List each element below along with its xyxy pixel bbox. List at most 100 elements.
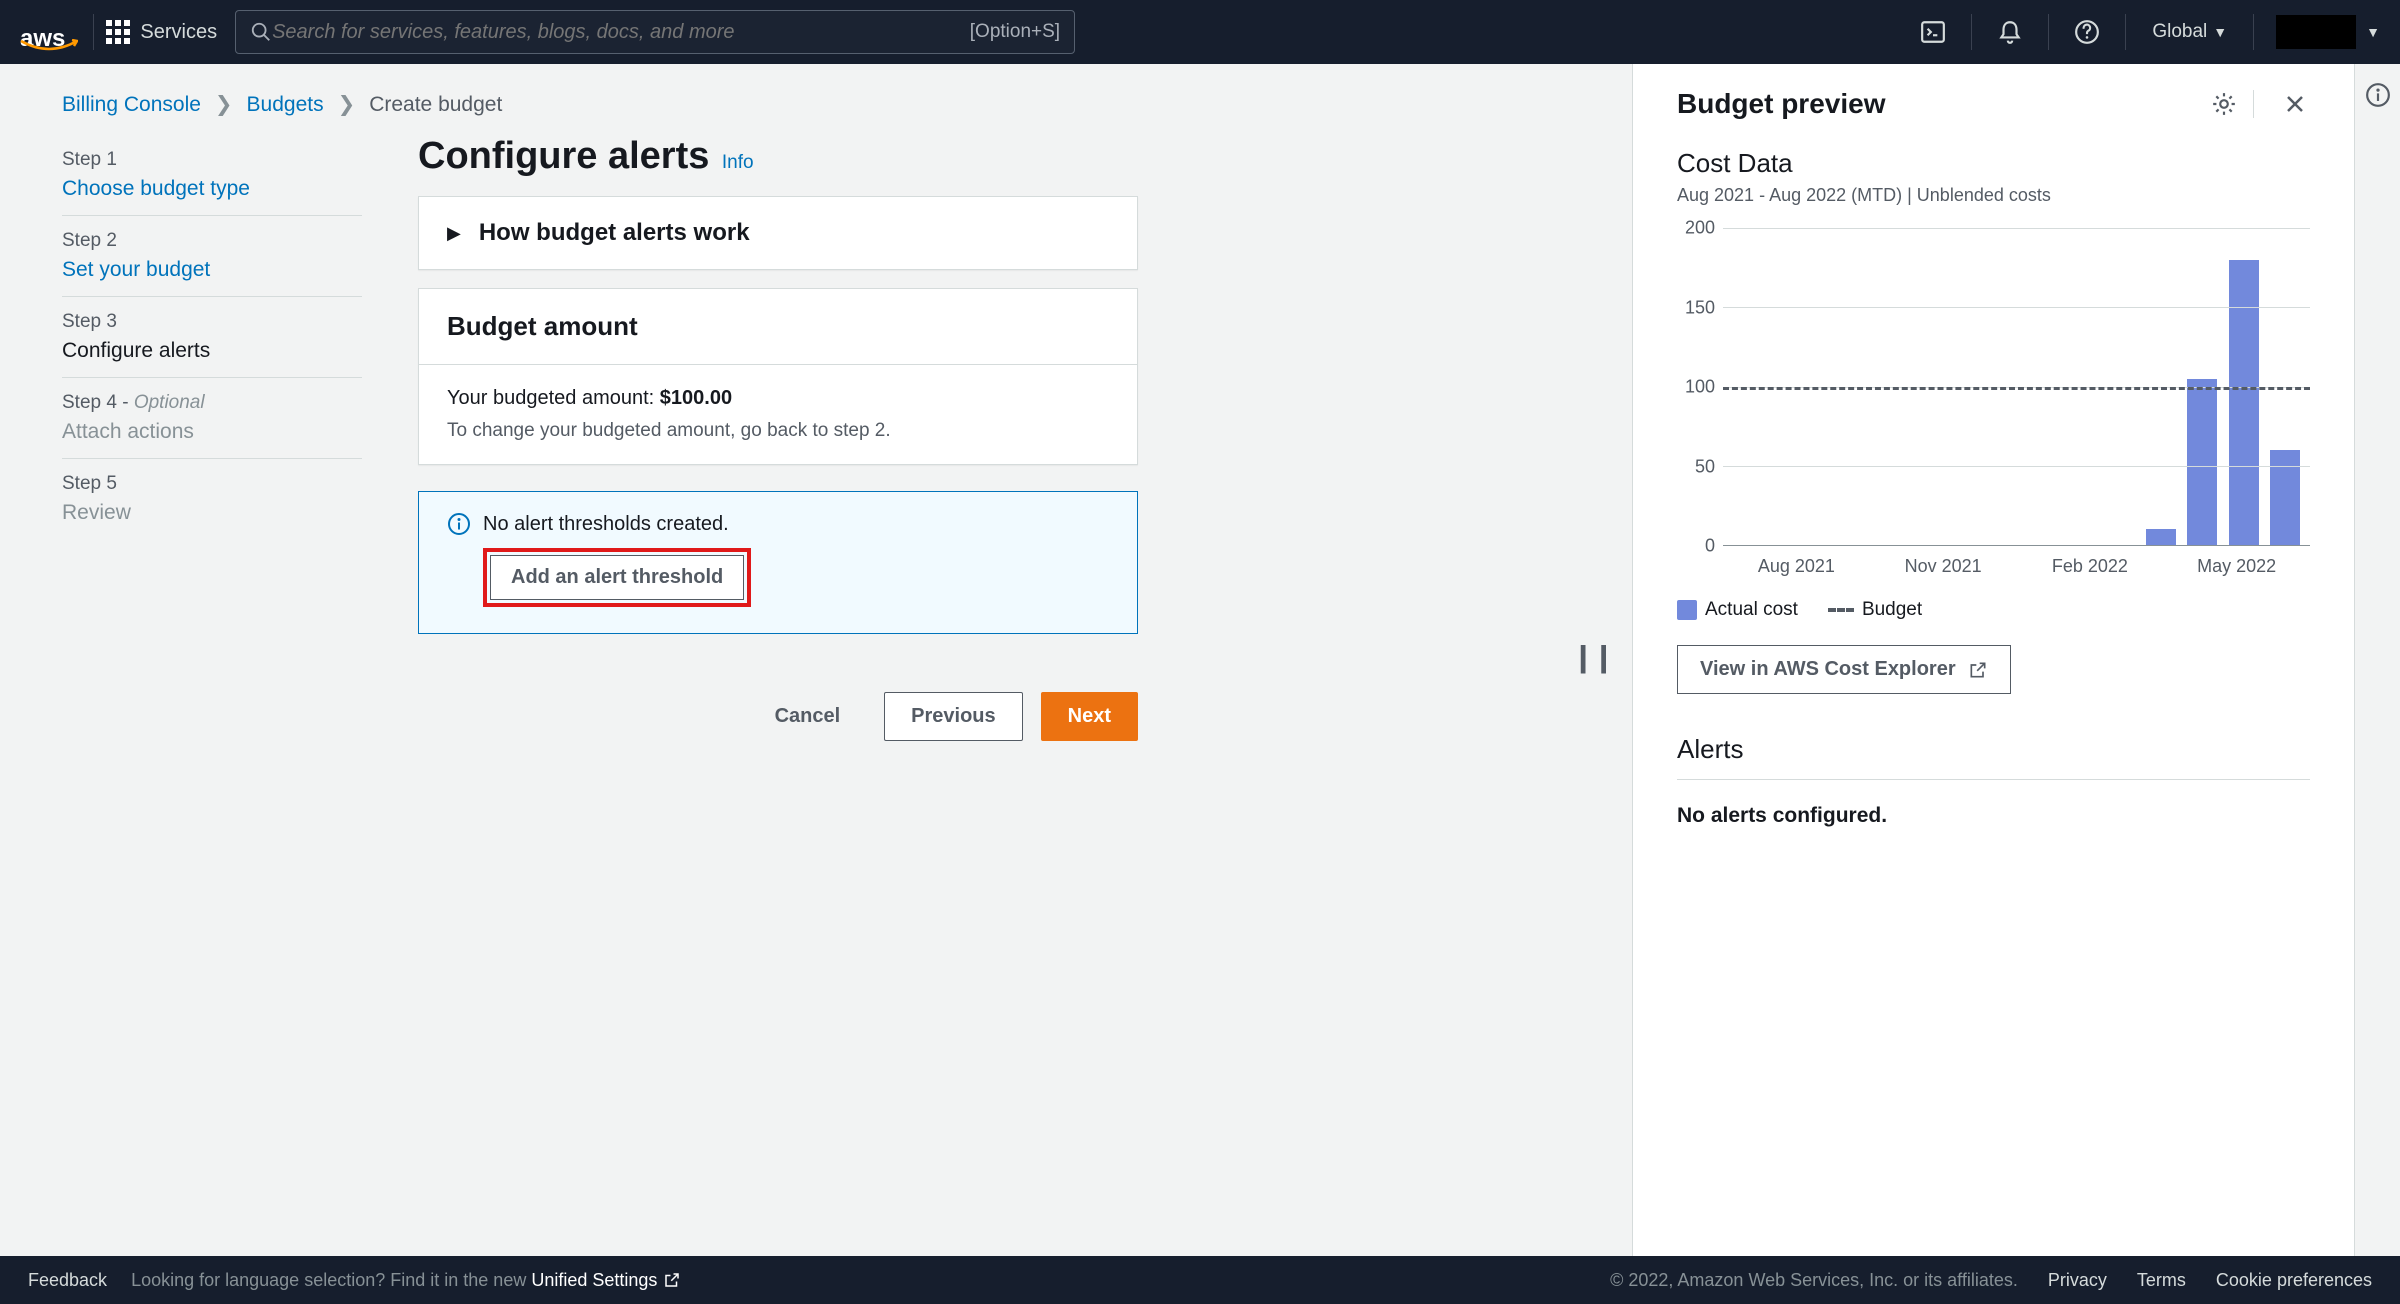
budget-threshold-line xyxy=(1723,387,2310,390)
step-5: Step 5 Review xyxy=(62,459,362,539)
step-number: Step 5 xyxy=(62,473,362,495)
how-alerts-panel: ▶ How budget alerts work xyxy=(418,196,1138,270)
budget-amount-panel: Budget amount Your budgeted amount: $100… xyxy=(418,288,1138,465)
nav-divider xyxy=(93,14,94,50)
external-link-icon xyxy=(1968,660,1988,680)
y-tick-label: 100 xyxy=(1685,377,1715,398)
top-nav: aws Services [Option+S] Global ▼ xyxy=(0,0,2400,64)
nav-search[interactable]: [Option+S] xyxy=(235,10,1075,54)
step-label: Review xyxy=(62,501,362,525)
cloudshell-icon[interactable] xyxy=(1907,11,1959,53)
region-label: Global xyxy=(2152,21,2207,43)
footer: Feedback Looking for language selection?… xyxy=(0,1256,2400,1304)
add-alert-threshold-button[interactable]: Add an alert threshold xyxy=(490,555,744,600)
previous-button[interactable]: Previous xyxy=(884,692,1022,741)
step-number: Step 4 - Optional xyxy=(62,392,362,414)
cost-data-sub: Aug 2021 - Aug 2022 (MTD) | Unblended co… xyxy=(1677,185,2310,206)
y-tick-label: 150 xyxy=(1685,297,1715,318)
cost-chart: 050100150200 xyxy=(1677,228,2310,546)
alert-threshold-panel: No alert thresholds created. Add an aler… xyxy=(418,491,1138,634)
y-tick-label: 50 xyxy=(1695,456,1715,477)
chart-bar xyxy=(2146,529,2176,545)
collapse-handle[interactable]: ▎▎ xyxy=(1581,646,1622,675)
no-alerts-text: No alerts configured. xyxy=(1677,804,2310,828)
legend-swatch-actual xyxy=(1677,600,1697,620)
nav-divider xyxy=(1971,14,1972,50)
external-link-icon xyxy=(663,1271,681,1289)
search-icon xyxy=(250,21,272,43)
services-label: Services xyxy=(140,21,217,44)
y-tick-label: 0 xyxy=(1705,536,1715,557)
feedback-link[interactable]: Feedback xyxy=(28,1270,107,1291)
alerts-section-title: Alerts xyxy=(1677,734,2310,780)
settings-icon[interactable] xyxy=(2209,89,2239,119)
crumb-billing-console[interactable]: Billing Console xyxy=(62,93,201,117)
triangle-right-icon: ▶ xyxy=(447,223,461,244)
right-rail xyxy=(2354,64,2400,1256)
step-label[interactable]: Choose budget type xyxy=(62,177,362,201)
chart-legend: Actual cost Budget xyxy=(1677,599,2310,621)
nav-divider xyxy=(2125,14,2126,50)
step-2[interactable]: Step 2 Set your budget xyxy=(62,216,362,297)
step-number: Step 3 xyxy=(62,311,362,333)
search-input[interactable] xyxy=(272,21,970,44)
info-link[interactable]: Info xyxy=(722,152,754,173)
budget-amount-value: $100.00 xyxy=(660,387,732,409)
chart-bar xyxy=(2270,450,2300,545)
page-title: Configure alerts xyxy=(418,135,709,177)
nav-divider xyxy=(2253,14,2254,50)
step-1[interactable]: Step 1 Choose budget type xyxy=(62,135,362,216)
legend-swatch-budget xyxy=(1828,608,1854,612)
step-4: Step 4 - Optional Attach actions xyxy=(62,378,362,459)
x-tick-label: May 2022 xyxy=(2163,556,2310,577)
lang-hint: Looking for language selection? Find it … xyxy=(131,1270,681,1291)
caret-down-icon: ▼ xyxy=(2213,24,2227,40)
services-menu[interactable]: Services xyxy=(106,20,217,44)
y-tick-label: 200 xyxy=(1685,218,1715,239)
x-tick-label: Aug 2021 xyxy=(1723,556,1870,577)
step-label[interactable]: Set your budget xyxy=(62,258,362,282)
budget-amount-sub: To change your budgeted amount, go back … xyxy=(447,420,1109,442)
budget-amount-line: Your budgeted amount: $100.00 xyxy=(447,387,1109,410)
copyright: © 2022, Amazon Web Services, Inc. or its… xyxy=(1610,1270,2018,1291)
info-icon xyxy=(447,512,471,536)
cost-data-title: Cost Data xyxy=(1677,148,2310,179)
account-menu[interactable] xyxy=(2276,15,2356,49)
step-number: Step 2 xyxy=(62,230,362,252)
unified-settings-link[interactable]: Unified Settings xyxy=(531,1270,681,1291)
chart-plot xyxy=(1723,228,2310,546)
crumb-current: Create budget xyxy=(369,93,502,117)
terms-link[interactable]: Terms xyxy=(2137,1270,2186,1291)
notifications-icon[interactable] xyxy=(1984,11,2036,53)
x-tick-label: Feb 2022 xyxy=(2017,556,2164,577)
wizard-buttons: Cancel Previous Next xyxy=(418,692,1138,741)
budget-amount-title: Budget amount xyxy=(447,311,1109,342)
chart-bar xyxy=(2229,260,2259,545)
divider xyxy=(2253,90,2254,118)
how-alerts-title: How budget alerts work xyxy=(479,219,750,247)
expand-toggle[interactable]: ▶ How budget alerts work xyxy=(447,219,1109,247)
step-label: Configure alerts xyxy=(62,339,362,363)
next-button[interactable]: Next xyxy=(1041,692,1138,741)
x-tick-label: Nov 2021 xyxy=(1870,556,2017,577)
view-in-cost-explorer-button[interactable]: View in AWS Cost Explorer xyxy=(1677,645,2011,694)
search-shortcut: [Option+S] xyxy=(970,21,1060,43)
chart-y-axis: 050100150200 xyxy=(1677,228,1723,546)
privacy-link[interactable]: Privacy xyxy=(2048,1270,2107,1291)
close-icon[interactable] xyxy=(2280,89,2310,119)
help-icon[interactable] xyxy=(2061,11,2113,53)
step-3: Step 3 Configure alerts xyxy=(62,297,362,378)
legend-actual: Actual cost xyxy=(1677,599,1798,621)
breadcrumb: Billing Console ❯ Budgets ❯ Create budge… xyxy=(62,92,1594,117)
highlight-box: Add an alert threshold xyxy=(483,548,751,607)
crumb-budgets[interactable]: Budgets xyxy=(247,93,324,117)
aws-smile-icon xyxy=(20,39,78,53)
cookie-link[interactable]: Cookie preferences xyxy=(2216,1270,2372,1291)
cancel-button[interactable]: Cancel xyxy=(749,692,867,741)
nav-divider xyxy=(2048,14,2049,50)
chart-x-axis: Aug 2021Nov 2021Feb 2022May 2022 xyxy=(1723,556,2310,577)
region-selector[interactable]: Global ▼ xyxy=(2138,21,2241,43)
aws-logo[interactable]: aws xyxy=(20,11,65,53)
wizard-steps: Step 1 Choose budget type Step 2 Set you… xyxy=(62,135,362,741)
info-rail-icon[interactable] xyxy=(2365,82,2391,108)
